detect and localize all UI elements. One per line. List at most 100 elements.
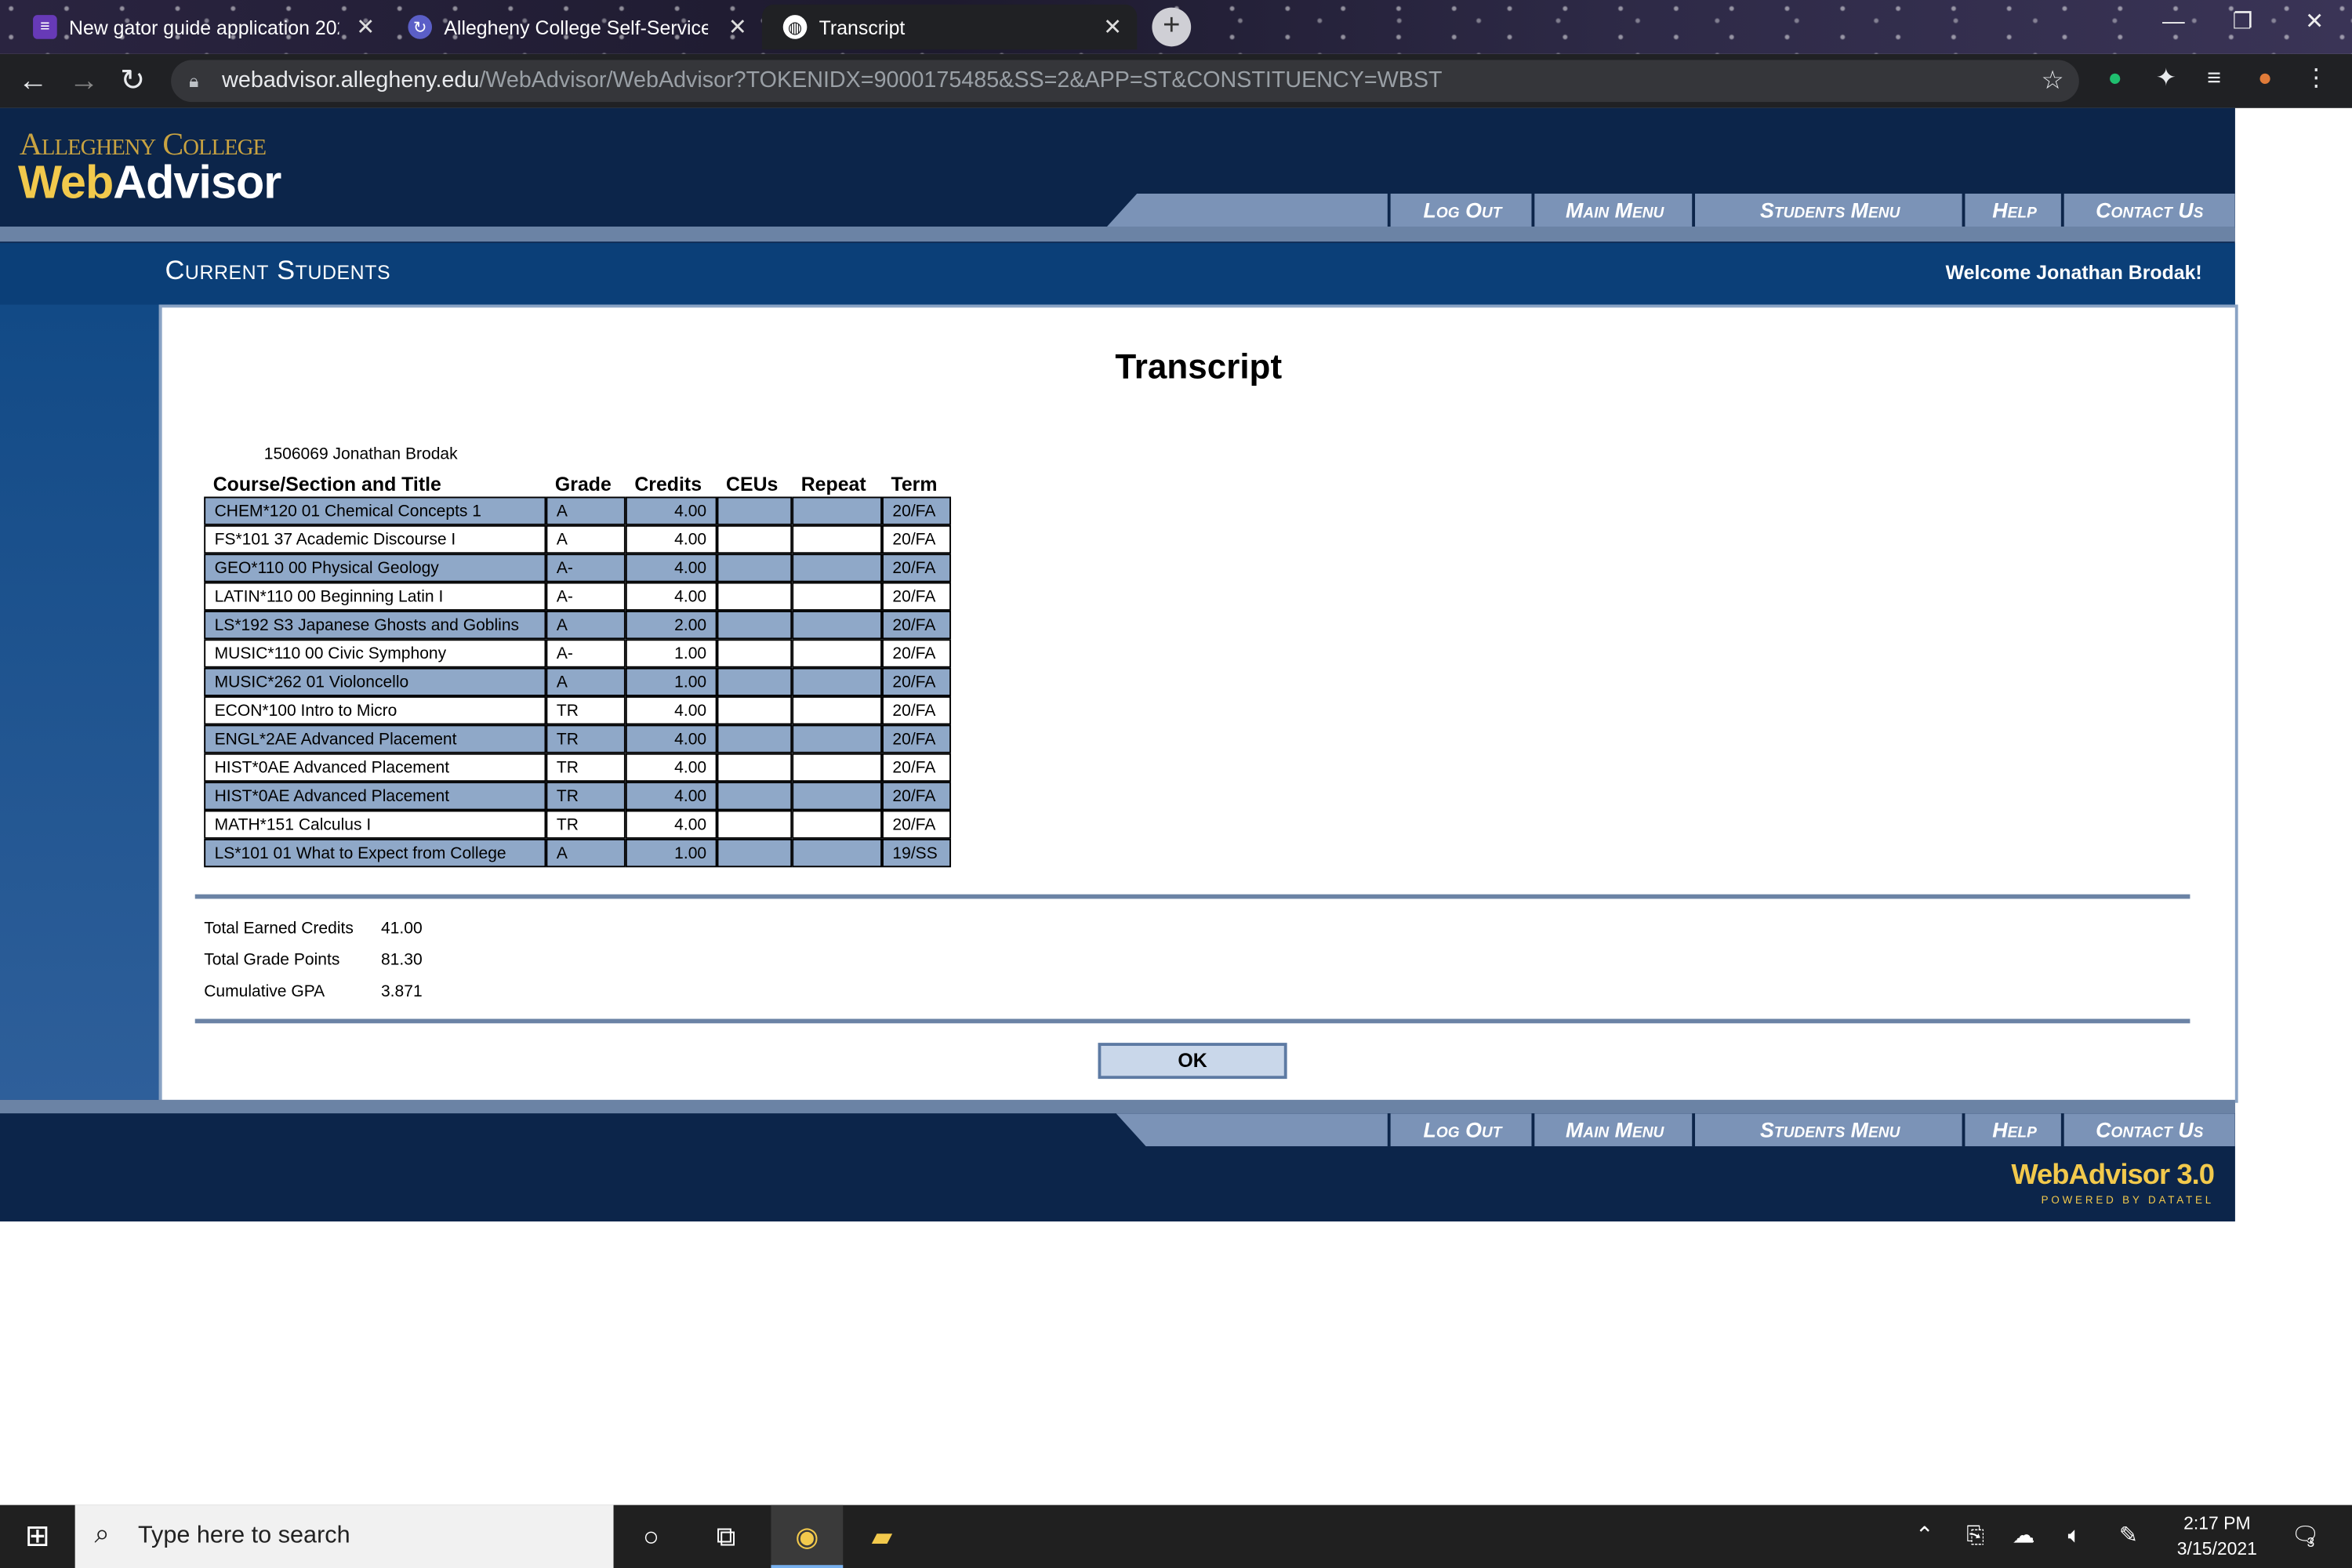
close-icon[interactable]: ✕ bbox=[728, 13, 747, 41]
new-tab-button[interactable]: + bbox=[1152, 7, 1192, 47]
browser-tab-transcript[interactable]: ◍ Transcript ✕ bbox=[761, 4, 1138, 50]
column-header: CEUs bbox=[726, 471, 779, 495]
forms-icon: ≡ bbox=[33, 15, 57, 39]
ceus-cell bbox=[717, 582, 793, 611]
tab-title: New gator guide application 202... bbox=[69, 16, 339, 38]
column-header: Grade bbox=[554, 471, 612, 495]
restore-icon[interactable]: ❐ bbox=[2208, 0, 2277, 45]
course-cell: CHEM*120 01 Chemical Concepts 1 bbox=[204, 496, 546, 525]
cortana-icon[interactable]: ○ bbox=[615, 1505, 687, 1568]
lock-icon: 🔒︎ bbox=[189, 70, 199, 92]
nav-contact-us[interactable]: Contact Us bbox=[2060, 1113, 2235, 1147]
chrome-icon[interactable]: ◉ bbox=[771, 1504, 844, 1568]
table-row: HIST*0AE Advanced Placement TR 4.00 20/FA bbox=[204, 782, 952, 811]
term-cell: 20/FA bbox=[882, 524, 952, 554]
table-row: GEO*110 00 Physical Geology A- 4.00 20/FA bbox=[204, 554, 952, 583]
course-cell: ENGL*2AE Advanced Placement bbox=[204, 724, 546, 753]
webadvisor-version-logo: WebAdvisor 3.0 bbox=[2011, 1160, 2215, 1192]
credits-cell: 4.00 bbox=[625, 554, 717, 583]
section-title: Current Students bbox=[165, 255, 391, 285]
nav-log-out[interactable]: Log Out bbox=[1387, 193, 1535, 227]
notifications-icon[interactable]: 🗨︎ 3 bbox=[2283, 1505, 2328, 1568]
repeat-cell bbox=[792, 524, 883, 554]
nav-log-out[interactable]: Log Out bbox=[1387, 1113, 1535, 1147]
nav-help[interactable]: Help bbox=[1962, 1113, 2064, 1147]
repeat-cell bbox=[792, 724, 883, 753]
back-icon[interactable]: ← bbox=[18, 63, 48, 99]
address-bar[interactable]: 🔒︎ webadvisor.allegheny.edu/WebAdvisor/W… bbox=[171, 60, 2079, 103]
table-row: LS*101 01 What to Expect from College A 1.… bbox=[204, 838, 952, 868]
term-cell: 20/FA bbox=[882, 496, 952, 525]
forward-icon[interactable]: → bbox=[69, 63, 99, 99]
grade-cell: A- bbox=[546, 582, 626, 611]
repeat-cell bbox=[792, 582, 883, 611]
reading-list-icon[interactable]: ≡ bbox=[2199, 63, 2229, 96]
course-cell: MUSIC*110 00 Civic Symphony bbox=[204, 639, 546, 668]
ok-button[interactable]: OK bbox=[1098, 1043, 1287, 1080]
windows-start-icon[interactable]: ⊞ bbox=[0, 1505, 75, 1568]
browser-tab-forms[interactable]: ≡ New gator guide application 202... ✕ bbox=[12, 5, 390, 49]
term-cell: 20/FA bbox=[882, 639, 952, 668]
grade-cell: TR bbox=[546, 724, 626, 753]
course-cell: HIST*0AE Advanced Placement bbox=[204, 782, 546, 811]
column-header: Course/Section and Title bbox=[212, 471, 441, 495]
taskbar-search-box[interactable]: ⌕ Type here to search bbox=[74, 1504, 614, 1568]
pen-icon[interactable]: ✎ bbox=[2106, 1505, 2151, 1568]
credits-cell: 4.00 bbox=[625, 582, 717, 611]
nav-contact-us[interactable]: Contact Us bbox=[2060, 193, 2235, 227]
task-view-icon[interactable]: ⧉ bbox=[690, 1505, 762, 1568]
grade-cell: A bbox=[546, 838, 626, 868]
course-cell: HIST*0AE Advanced Placement bbox=[204, 753, 546, 782]
credits-cell: 1.00 bbox=[625, 667, 717, 697]
repeat-cell bbox=[792, 838, 883, 868]
close-window-icon[interactable]: ✕ bbox=[2280, 0, 2349, 45]
repeat-cell bbox=[792, 696, 883, 725]
page-title: Transcript bbox=[1115, 347, 1283, 386]
nav-students-menu[interactable]: Students Menu bbox=[1692, 193, 1965, 227]
repeat-cell bbox=[792, 639, 883, 668]
extensions-icon[interactable]: ✦ bbox=[2151, 63, 2181, 96]
credits-cell: 4.00 bbox=[625, 810, 717, 839]
credits-cell: 4.00 bbox=[625, 724, 717, 753]
meet-now-icon[interactable]: ⎘ bbox=[1956, 1505, 1995, 1568]
bookmark-star-icon[interactable]: ☆ bbox=[2042, 60, 2064, 103]
file-explorer-icon[interactable]: ▰ bbox=[846, 1505, 918, 1568]
close-icon[interactable]: ✕ bbox=[1103, 13, 1122, 41]
total-earned-credits: Total Earned Credits 41.00 bbox=[204, 920, 423, 938]
nav-students-menu[interactable]: Students Menu bbox=[1692, 1113, 1965, 1147]
nav-main-menu[interactable]: Main Menu bbox=[1531, 193, 1695, 227]
nav-main-menu[interactable]: Main Menu bbox=[1531, 1113, 1695, 1147]
ceus-cell bbox=[717, 524, 793, 554]
volume-icon[interactable]: 🔈︎ bbox=[2055, 1505, 2094, 1568]
ceus-cell bbox=[717, 554, 793, 583]
profile-avatar[interactable]: ● bbox=[2250, 63, 2280, 96]
ceus-cell bbox=[717, 639, 793, 668]
system-clock[interactable]: 2:17 PM 3/15/2021 bbox=[2154, 1511, 2280, 1562]
tab-title: Transcript bbox=[818, 16, 906, 38]
repeat-cell bbox=[792, 496, 883, 525]
powered-by-text: POWERED BY DATATEL bbox=[2041, 1196, 2215, 1207]
transcript-panel: Transcript 1506069 Jonathan Brodak Cours… bbox=[158, 304, 2238, 1103]
search-icon: ⌕ bbox=[94, 1518, 110, 1549]
table-row: MUSIC*110 00 Civic Symphony A- 1.00 20/FA bbox=[204, 639, 952, 668]
repeat-cell bbox=[792, 667, 883, 697]
nav-help[interactable]: Help bbox=[1962, 193, 2064, 227]
webadvisor-logo[interactable]: WebAdvisor bbox=[18, 156, 281, 210]
ceus-cell bbox=[717, 753, 793, 782]
minimize-icon[interactable]: — bbox=[2139, 0, 2208, 45]
show-hidden-icons-icon[interactable]: ⌃ bbox=[1908, 1505, 1941, 1568]
section-header: Current Students Welcome Jonathan Brodak… bbox=[0, 243, 2235, 305]
column-header: Repeat bbox=[800, 471, 866, 495]
windows-taskbar: ⊞ ⌕ Type here to search ○ ⧉ ◉ ▰ ⌃ ⎘ ☁ 🔈︎… bbox=[0, 1504, 2352, 1568]
divider bbox=[194, 1018, 2190, 1024]
repeat-cell bbox=[792, 554, 883, 583]
browser-tab-selfservice[interactable]: ↻ Allegheny College Self-Service ✕ bbox=[387, 5, 762, 49]
onedrive-icon[interactable]: ☁ bbox=[2004, 1505, 2043, 1568]
grammarly-icon[interactable]: ● bbox=[2100, 63, 2130, 96]
term-cell: 20/FA bbox=[882, 554, 952, 583]
grade-cell: A bbox=[546, 524, 626, 554]
menu-icon[interactable]: ⋮ bbox=[2301, 63, 2331, 96]
close-icon[interactable]: ✕ bbox=[356, 13, 375, 41]
divider bbox=[194, 894, 2190, 899]
reload-icon[interactable]: ↻ bbox=[120, 63, 145, 99]
